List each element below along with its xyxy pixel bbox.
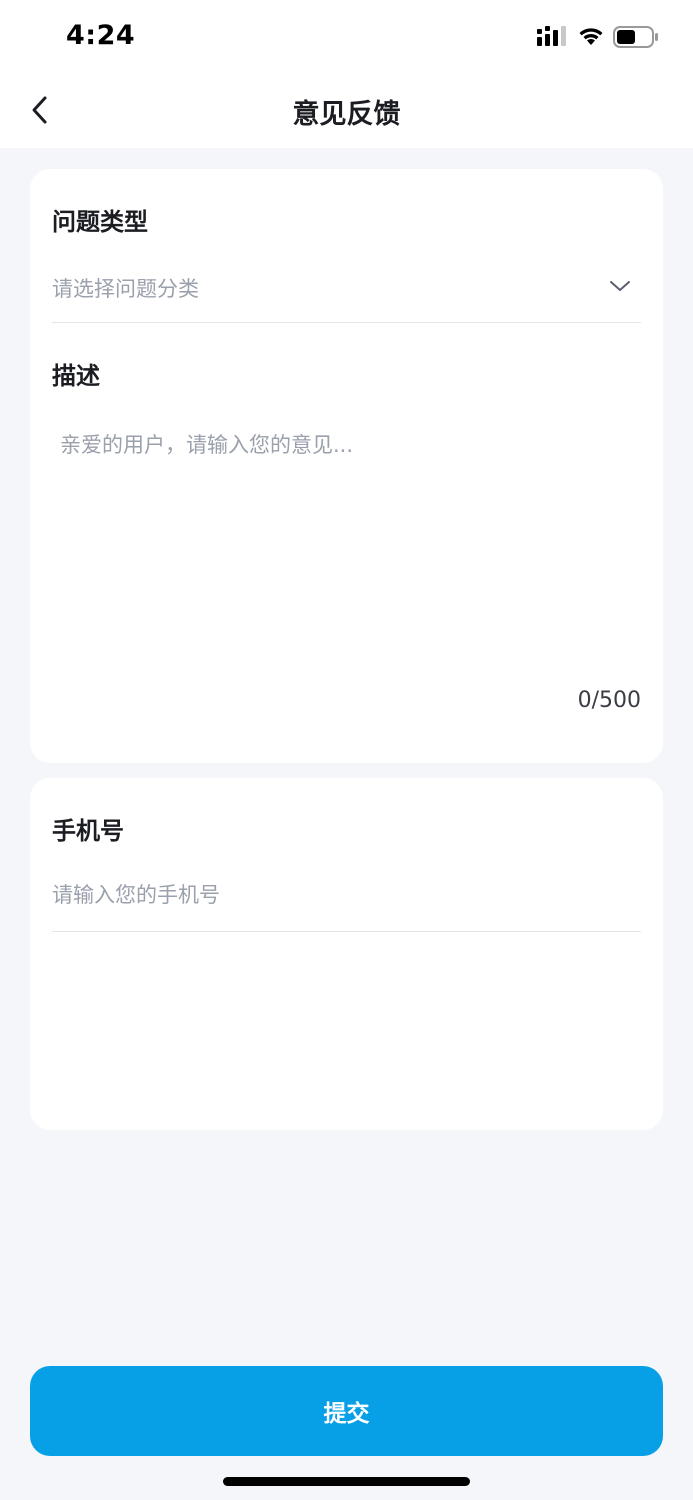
feedback-card: 问题类型 请选择问题分类 描述 亲爱的用户，请输入您的意见... 0/500 xyxy=(30,169,663,763)
issue-type-placeholder: 请选择问题分类 xyxy=(52,277,199,301)
signal-icon xyxy=(537,26,566,46)
description-placeholder: 亲爱的用户，请输入您的意见... xyxy=(60,433,354,457)
status-time: 4:24 xyxy=(66,20,136,51)
description-textarea[interactable]: 亲爱的用户，请输入您的意见... xyxy=(52,417,641,717)
issue-type-label: 问题类型 xyxy=(52,208,148,236)
battery-icon xyxy=(613,26,658,48)
description-label: 描述 xyxy=(52,362,100,390)
home-indicator xyxy=(223,1477,470,1486)
char-count: 0/500 xyxy=(577,688,641,713)
issue-type-select[interactable]: 请选择问题分类 xyxy=(52,261,641,323)
phone-label: 手机号 xyxy=(52,817,124,845)
wifi-icon xyxy=(579,28,603,45)
phone-card: 手机号 请输入您的手机号 xyxy=(30,778,663,1130)
feedback-page: 4:24 意见反馈 问题类型 请选择问题分类 描述 亲爱的用户，请输入您的意见.… xyxy=(0,0,693,1500)
page-title: 意见反馈 xyxy=(292,99,401,130)
phone-placeholder: 请输入您的手机号 xyxy=(52,883,220,907)
nav-bar: 意见反馈 xyxy=(0,74,693,148)
status-bar: 4:24 xyxy=(0,0,693,74)
phone-input[interactable]: 请输入您的手机号 xyxy=(52,868,641,932)
chevron-down-icon xyxy=(610,281,630,291)
submit-button[interactable]: 提交 xyxy=(30,1366,663,1456)
